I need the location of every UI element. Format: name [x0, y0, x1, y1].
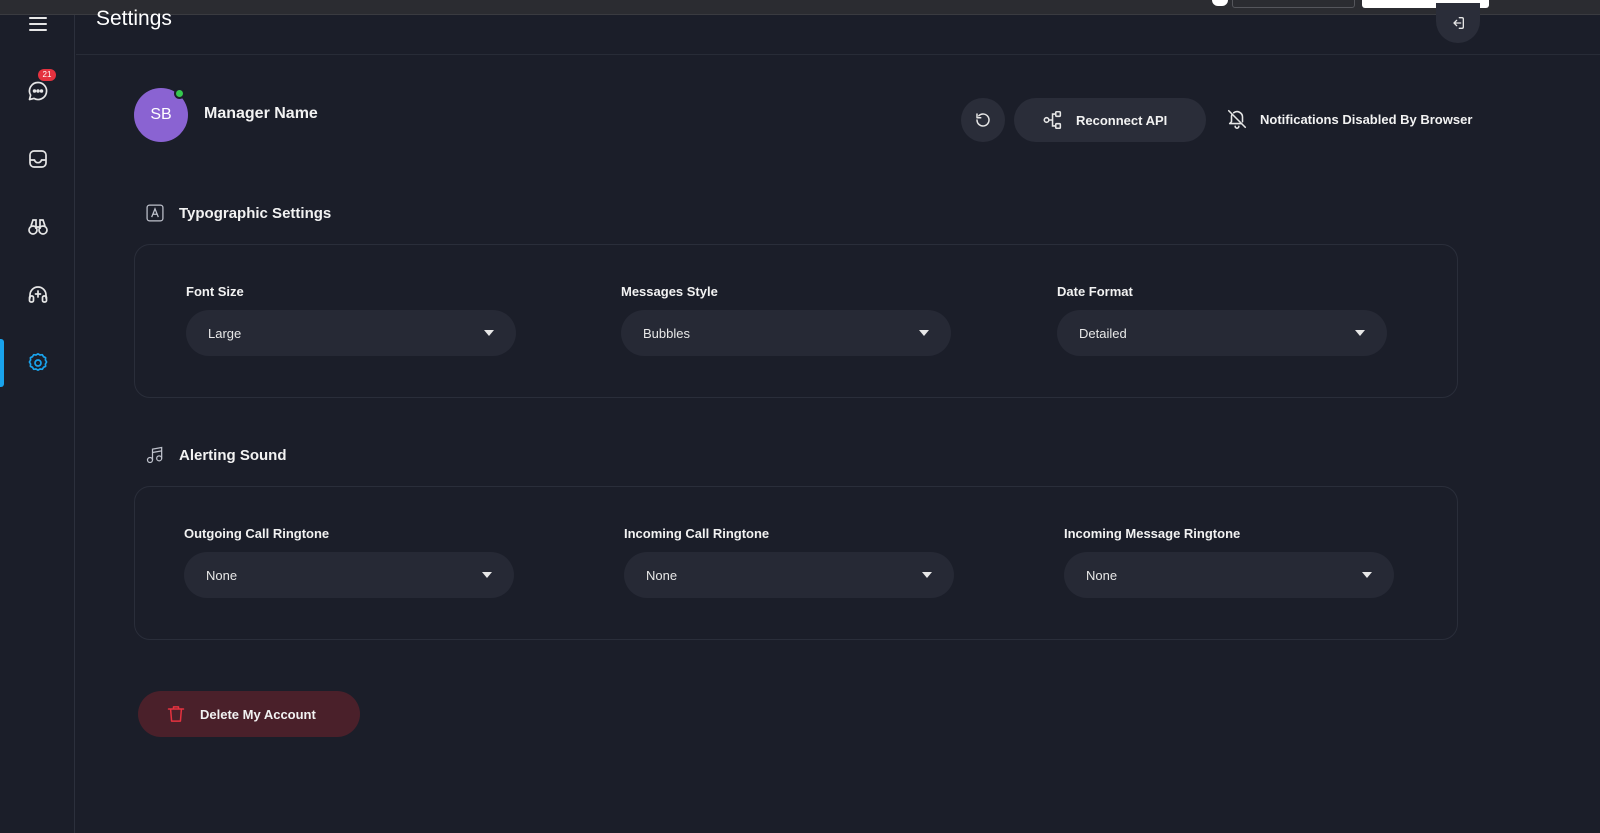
chevron-down-icon	[1362, 572, 1372, 578]
date-format-value: Detailed	[1079, 325, 1127, 341]
incoming-message-ringtone-label: Incoming Message Ringtone	[1064, 526, 1241, 541]
incoming-call-ringtone-label: Incoming Call Ringtone	[624, 526, 770, 541]
page-header: Settings	[76, 3, 1600, 55]
logout-icon	[1453, 17, 1464, 29]
messages-style-value: Bubbles	[643, 325, 690, 341]
avatar[interactable]: SB	[134, 88, 188, 142]
hamburger-menu-icon	[28, 17, 47, 31]
chevron-down-icon	[482, 572, 492, 578]
font-size-label: Font Size	[186, 284, 244, 299]
browser-profile-icon[interactable]	[1212, 0, 1228, 6]
refresh-button[interactable]	[961, 98, 1005, 142]
typographic-section-title: Typographic Settings	[145, 203, 331, 223]
outgoing-ringtone-value: None	[206, 567, 238, 583]
chat-bubble-icon	[28, 81, 47, 101]
date-format-label: Date Format	[1057, 284, 1133, 299]
incoming-call-ringtone-select[interactable]: None	[624, 552, 954, 598]
messages-style-label: Messages Style	[621, 284, 718, 299]
delete-account-button[interactable]: Delete My Account	[138, 691, 360, 737]
alerting-title: Alerting Sound	[179, 446, 287, 464]
unread-badge: 21	[38, 69, 56, 81]
outgoing-ringtone-select[interactable]: None	[184, 552, 514, 598]
manager-name: Manager Name	[204, 105, 318, 122]
messages-style-select[interactable]: Bubbles	[621, 310, 951, 356]
api-nodes-icon	[1043, 110, 1062, 130]
notifications-label: Notifications Disabled By Browser	[1260, 111, 1473, 127]
font-size-select[interactable]: Large	[186, 310, 516, 356]
incoming-message-ringtone-select[interactable]: None	[1064, 552, 1394, 598]
main-content: Settings SB Manager Name Reconnect API N…	[76, 3, 1600, 833]
bell-off-icon	[1227, 109, 1247, 129]
avatar-initials: SB	[150, 106, 172, 123]
alerting-panel: Outgoing Call Ringtone None Incoming Cal…	[134, 486, 1458, 640]
alerting-section-title: Alerting Sound	[145, 444, 287, 466]
headset-icon	[28, 286, 47, 303]
browser-top-strip	[0, 0, 1600, 15]
delete-account-label: Delete My Account	[200, 706, 316, 722]
music-note-icon	[146, 446, 163, 464]
sidebar: 21	[0, 15, 75, 833]
sidebar-item-support[interactable]	[0, 271, 75, 319]
sidebar-item-inbox[interactable]	[0, 135, 75, 183]
refresh-icon	[976, 113, 990, 127]
sidebar-item-chat[interactable]: 21	[0, 67, 75, 115]
chevron-down-icon	[1355, 330, 1365, 336]
inbox-icon	[28, 150, 47, 168]
incoming-message-ringtone-value: None	[1086, 567, 1118, 583]
binoculars-icon	[27, 219, 48, 235]
page-title: Settings	[96, 7, 172, 30]
logout-button[interactable]	[1436, 3, 1480, 43]
font-icon	[146, 204, 164, 222]
online-status-dot	[174, 88, 185, 99]
reconnect-api-label: Reconnect API	[1076, 112, 1168, 128]
chevron-down-icon	[922, 572, 932, 578]
sidebar-item-settings[interactable]	[0, 339, 75, 387]
chevron-down-icon	[919, 330, 929, 336]
outgoing-ringtone-label: Outgoing Call Ringtone	[184, 526, 330, 541]
incoming-call-ringtone-value: None	[646, 567, 678, 583]
font-size-value: Large	[208, 325, 242, 341]
gear-icon	[28, 352, 47, 372]
browser-search-field[interactable]	[1232, 0, 1355, 8]
menu-button[interactable]	[0, 0, 75, 48]
trash-icon	[167, 706, 185, 722]
sidebar-item-monitor[interactable]	[0, 203, 75, 251]
typographic-title: Typographic Settings	[179, 204, 332, 222]
reconnect-api-button[interactable]: Reconnect API	[1014, 98, 1206, 142]
chevron-down-icon	[484, 330, 494, 336]
typographic-panel: Font Size Large Messages Style Bubbles D…	[134, 244, 1458, 398]
date-format-select[interactable]: Detailed	[1057, 310, 1387, 356]
notifications-status: Notifications Disabled By Browser	[1226, 108, 1472, 130]
